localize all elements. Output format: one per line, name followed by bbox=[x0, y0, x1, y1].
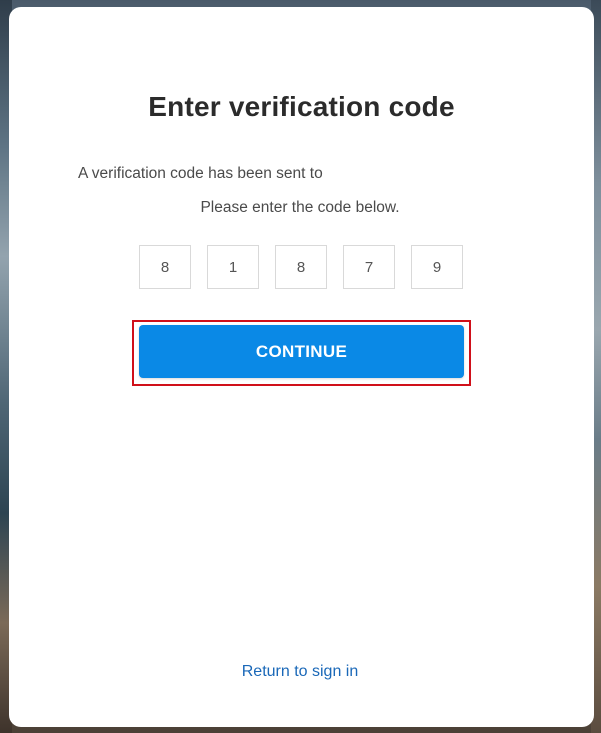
return-to-sign-in-link[interactable]: Return to sign in bbox=[9, 663, 591, 681]
verification-card: Enter verification code A verification c… bbox=[9, 7, 594, 727]
page-title: Enter verification code bbox=[148, 91, 455, 122]
sent-to-text: A verification code has been sent to bbox=[78, 165, 323, 182]
code-digit-4[interactable]: 7 bbox=[343, 245, 395, 289]
code-input-row: 8 1 8 7 9 bbox=[139, 245, 463, 289]
instruction-text: Please enter the code below. bbox=[200, 199, 400, 216]
code-digit-3[interactable]: 8 bbox=[275, 245, 327, 289]
code-digit-5[interactable]: 9 bbox=[411, 245, 463, 289]
code-digit-2[interactable]: 1 bbox=[207, 245, 259, 289]
continue-button[interactable]: CONTINUE bbox=[139, 325, 464, 378]
code-digit-1[interactable]: 8 bbox=[139, 245, 191, 289]
